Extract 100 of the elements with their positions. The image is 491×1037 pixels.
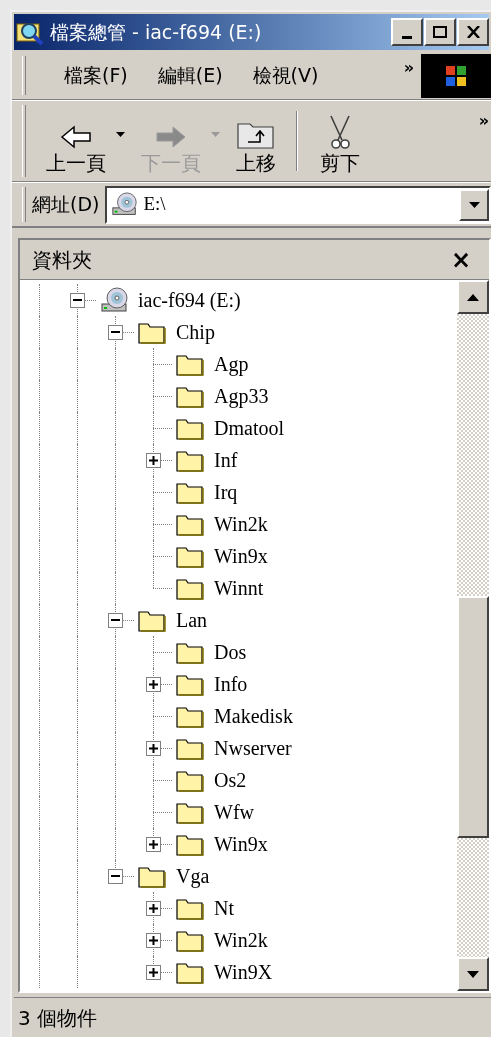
plus-icon [148,839,158,849]
folder-icon [176,896,204,920]
drive-icon [111,191,140,218]
expand-toggle[interactable] [145,740,161,756]
expand-toggle[interactable] [145,676,161,692]
tree-item-label[interactable]: Dmatool [214,416,284,440]
menu-item[interactable]: 編輯(E) [157,61,223,90]
minus-icon [110,619,120,621]
up-arrow-icon [467,293,479,301]
menu-more-button[interactable]: » [397,56,421,80]
window-title: 檔案總管 - iac-f694 (E:) [50,19,263,45]
close-button[interactable] [457,18,489,46]
tree-item-label[interactable]: Chip [176,320,215,344]
folder-icon [176,640,204,664]
tree-item-label[interactable]: Wfw [214,800,254,824]
minimize-icon [402,35,412,39]
caret-icon [468,201,480,208]
tree-item-label[interactable]: Win9x [214,544,268,568]
tree-item-label[interactable]: Nt [214,896,234,920]
expand-toggle[interactable] [145,932,161,948]
menu-item[interactable]: 檔案(F) [64,61,128,90]
plus-icon [148,903,158,913]
folder-icon [176,352,204,376]
tree-item-label[interactable]: Win9X [214,960,273,984]
folder-icon [176,768,204,792]
minus-icon [110,875,120,877]
maximize-icon [433,26,447,38]
tree-item-label[interactable]: Win2k [214,928,268,952]
caret-icon [211,132,220,137]
expand-toggle[interactable] [107,324,123,340]
tree-item-label[interactable]: Makedisk [214,704,293,728]
tree-item-label[interactable]: Win2k [214,512,268,536]
folder-icon [176,544,204,568]
scrollbar[interactable] [457,280,489,991]
folder-icon [176,576,204,600]
folder-icon [176,448,204,472]
address-dropdown-button[interactable] [459,188,489,221]
maximize-button[interactable] [424,18,456,46]
expand-toggle[interactable] [69,292,85,308]
folder-icon [176,928,204,952]
minus-icon [72,299,82,301]
plus-icon [148,455,158,465]
expand-toggle[interactable] [145,452,161,468]
folder-icon [138,608,166,632]
close-icon [466,26,480,38]
tree-item-label[interactable]: Irq [214,480,238,504]
address-field[interactable]: E:\ [105,185,491,224]
tree-item-label[interactable]: iac-f694 (E:) [138,288,241,312]
address-value: E:\ [143,192,167,217]
plus-icon [148,935,158,945]
status-text: 3 個物件 [18,1004,98,1032]
scroll-down-button[interactable] [457,957,489,991]
tree-item-label[interactable]: Winnt [214,576,264,600]
menu-item[interactable]: 檢視(V) [252,61,319,90]
toolbar-button[interactable]: 上移 [230,106,282,176]
expand-toggle[interactable] [107,612,123,628]
folder-icon [176,416,204,440]
down-arrow-icon [467,970,479,978]
scroll-thumb[interactable] [457,596,489,838]
address-label: 網址(D) [32,192,100,218]
tree-item-label[interactable]: Agp33 [214,384,269,408]
forward-arrow-icon [155,124,187,150]
caret-icon [116,132,125,137]
tree-item-label[interactable]: Nwserver [214,736,292,760]
folder-icon [176,384,204,408]
plus-icon [148,967,158,977]
minus-icon [110,331,120,333]
pane-title: 資料夾 [32,246,92,274]
tree-item-label[interactable]: Lan [176,608,208,632]
folder-icon [176,672,204,696]
tree-item-label[interactable]: Info [214,672,248,696]
back-arrow-icon [60,124,92,150]
tree-item-label[interactable]: Inf [214,448,238,472]
scroll-up-button[interactable] [457,280,489,314]
folder-icon [138,864,166,888]
tree-item-label[interactable]: Vga [176,864,210,888]
pane-close-button[interactable]: × [450,247,471,272]
folder-icon [176,800,204,824]
tree-item-label[interactable]: Dos [214,640,247,664]
folder-icon [176,960,204,984]
folder-icon [176,832,204,856]
minimize-button[interactable] [391,18,423,46]
tree-item-label[interactable]: Win9x [214,832,268,856]
drive-icon [100,286,130,314]
folder-icon [176,480,204,504]
tree-item-label[interactable]: Agp [214,352,249,376]
toolbar-more-button[interactable]: » [477,109,491,133]
expand-toggle[interactable] [145,836,161,852]
toolbar-button[interactable]: 剪下 [314,106,366,176]
folder-icon [138,320,166,344]
folder-icon [176,704,204,728]
plus-icon [148,743,158,753]
expand-toggle[interactable] [145,900,161,916]
toolbar-button[interactable]: 上一頁 [40,106,112,176]
expand-toggle[interactable] [107,868,123,884]
folder-icon [176,512,204,536]
expand-toggle[interactable] [145,964,161,980]
tree-item-label[interactable]: Os2 [214,768,247,792]
plus-icon [148,679,158,689]
folder-icon [176,736,204,760]
